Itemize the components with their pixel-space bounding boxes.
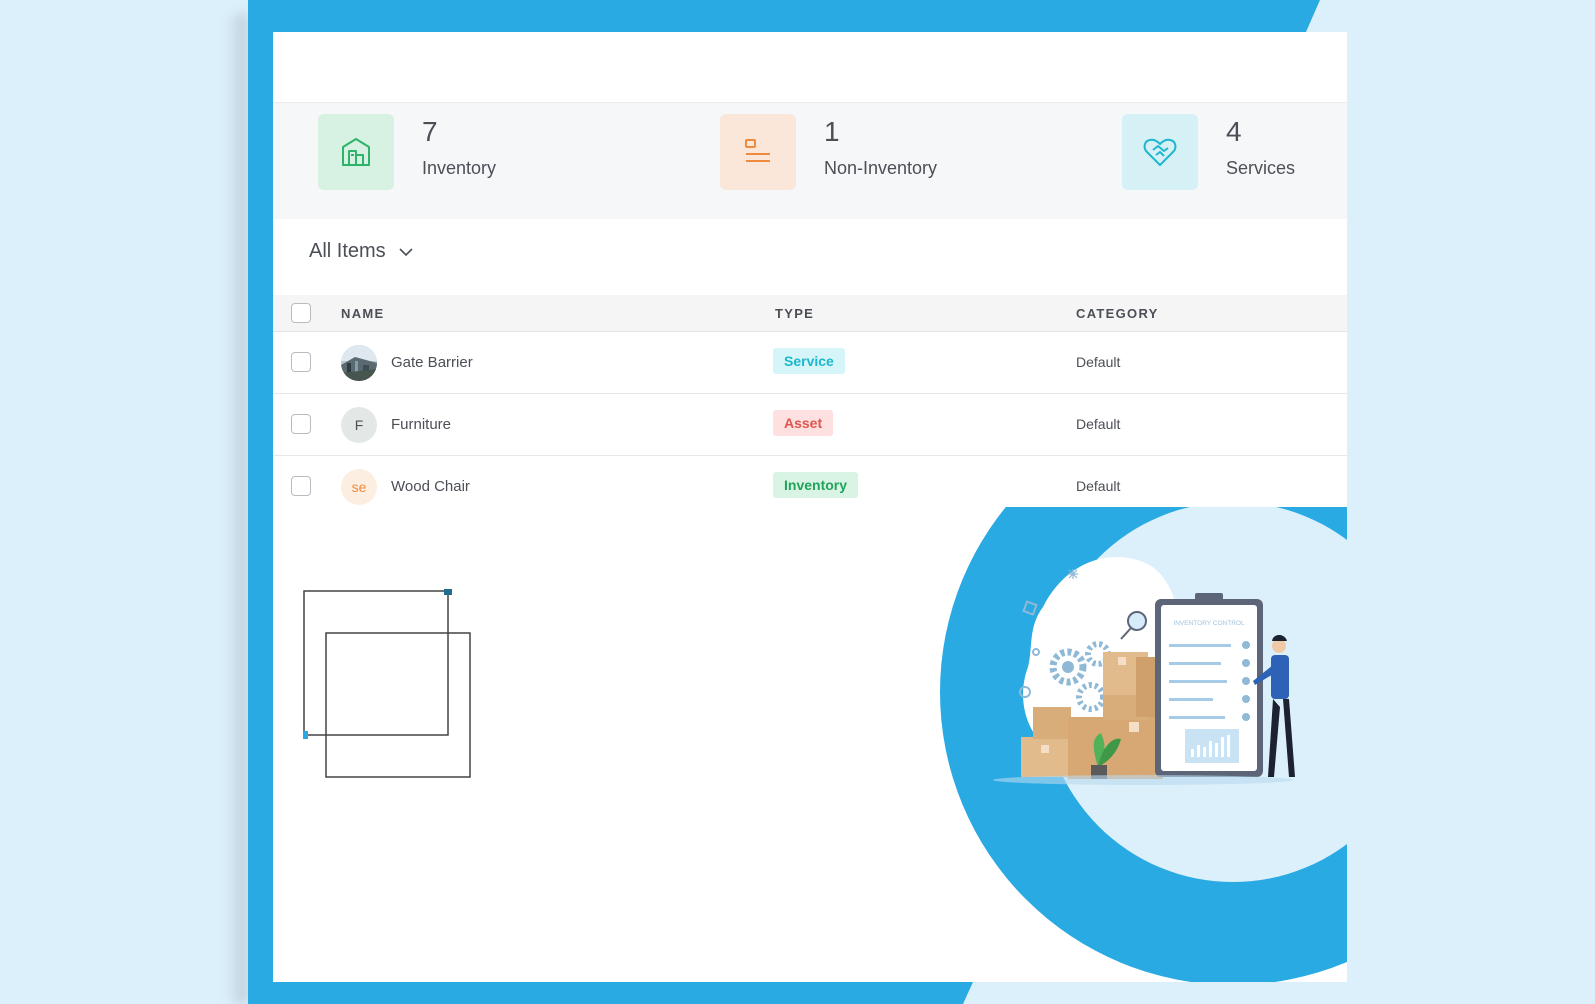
svg-text:INVENTORY CONTROL: INVENTORY CONTROL bbox=[1173, 620, 1245, 627]
table-row[interactable]: F Furniture Asset Default bbox=[273, 394, 1347, 456]
stat-count: 4 bbox=[1226, 116, 1242, 147]
overlapping-squares-decoration bbox=[303, 589, 471, 778]
stat-label: Non-Inventory bbox=[824, 158, 938, 178]
type-badge: Service bbox=[773, 348, 845, 374]
inventory-illustration: INVENTORY CONTROL bbox=[940, 507, 1347, 982]
row-checkbox[interactable] bbox=[291, 414, 311, 434]
stat-label: Inventory bbox=[422, 158, 497, 178]
row-checkbox[interactable] bbox=[291, 476, 311, 496]
chevron-down-icon bbox=[399, 247, 413, 256]
avatar bbox=[341, 345, 377, 381]
top-bar bbox=[273, 32, 1347, 103]
select-all-checkbox[interactable] bbox=[291, 303, 311, 323]
building-icon bbox=[318, 114, 394, 190]
item-name[interactable]: Furniture bbox=[391, 416, 451, 433]
frame-shadow bbox=[228, 14, 248, 1004]
stats-bar: 7 Inventory 1 Non-Inventory 4 Services bbox=[273, 103, 1347, 219]
row-checkbox[interactable] bbox=[291, 352, 311, 372]
category-cell: Default bbox=[1076, 478, 1121, 494]
handshake-heart-icon bbox=[1122, 114, 1198, 190]
table-row[interactable]: Gate Barrier Service Default bbox=[273, 332, 1347, 394]
category-cell: Default bbox=[1076, 416, 1121, 432]
view-selector-dropdown[interactable]: All Items bbox=[309, 240, 414, 263]
item-name[interactable]: Gate Barrier bbox=[391, 354, 473, 371]
column-header-category[interactable]: CATEGORY bbox=[1076, 306, 1159, 321]
avatar: se bbox=[341, 469, 377, 505]
table-header: NAME TYPE CATEGORY bbox=[273, 295, 1347, 332]
category-cell: Default bbox=[1076, 354, 1121, 370]
stat-count: 7 bbox=[422, 116, 438, 147]
type-badge: Inventory bbox=[773, 472, 859, 498]
list-icon bbox=[720, 114, 796, 190]
type-badge: Asset bbox=[773, 410, 834, 436]
stat-label: Services bbox=[1226, 158, 1296, 178]
clipboard-icon: INVENTORY CONTROL bbox=[1155, 593, 1263, 777]
view-selector-label: All Items bbox=[309, 240, 386, 262]
column-header-type[interactable]: TYPE bbox=[775, 306, 814, 321]
avatar: F bbox=[341, 407, 377, 443]
app-panel: 7 Inventory 1 Non-Inventory 4 Services A… bbox=[273, 32, 1347, 982]
column-header-name[interactable]: NAME bbox=[341, 306, 384, 321]
item-name[interactable]: Wood Chair bbox=[391, 478, 470, 495]
stat-count: 1 bbox=[824, 116, 840, 147]
items-table: NAME TYPE CATEGORY Gate Barrier Service … bbox=[273, 295, 1347, 517]
